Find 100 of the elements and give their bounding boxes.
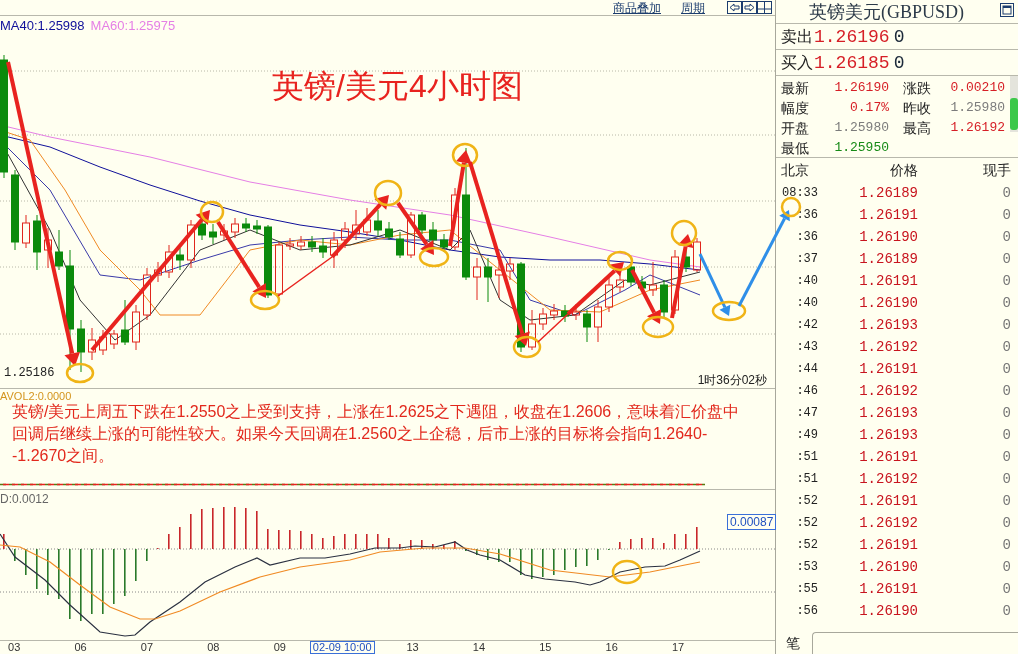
- candlestick: [407, 211, 415, 259]
- order-volume: 0: [893, 52, 905, 73]
- trend-arrow: [396, 201, 434, 255]
- axis-label: 15: [539, 641, 552, 654]
- volume-cell-text: 0: [1001, 206, 1011, 224]
- highlight-ellipse: [451, 142, 479, 168]
- order-volume: 0: [893, 26, 905, 47]
- price-cell-text: 1.26189: [858, 184, 918, 202]
- candlestick: [88, 327, 96, 361]
- candlestick: [374, 209, 382, 237]
- trades-tab[interactable]: 笔: [786, 634, 800, 652]
- time-cell: 08:33: [781, 185, 818, 201]
- time-cell-text: :53: [795, 559, 818, 575]
- axis-label: 09: [273, 641, 286, 654]
- moving-average-label: MA40:1.25998: [0, 18, 85, 34]
- macd-value-box: 0.00087: [727, 514, 777, 530]
- scrollbar-track[interactable]: [1010, 76, 1018, 132]
- highlight-ellipse: [711, 300, 747, 322]
- analysis-paragraph: 英镑/美元上周五下跌在1.2550之上受到支持，上涨在1.2625之下遇阻，收盘在1.2606，意味着汇价盘中回调后继续上涨的可能性较大。如果今天回调在1.2560之上企稳，后市上涨的目标将会指向1.2640--1.2670之间。: [12, 402, 741, 466]
- volume-cell-text: 0: [1001, 558, 1011, 576]
- order-price: 1.26196: [814, 26, 890, 47]
- candlestick: [55, 229, 63, 271]
- axis-label: 16: [605, 641, 618, 654]
- maximize-icon[interactable]: [1000, 3, 1014, 17]
- stat-label: 开盘: [781, 119, 809, 137]
- volume-cell-text: 0: [1001, 580, 1011, 598]
- left-arrow-icon[interactable]: [727, 1, 742, 14]
- volume-cell-text: 0: [1001, 184, 1011, 202]
- price-cell-text: 1.26192: [858, 514, 918, 532]
- candlestick: [308, 235, 316, 253]
- axis-label: 08: [207, 641, 220, 654]
- candlestick: [77, 319, 85, 373]
- time-cell-text: :49: [795, 427, 818, 443]
- axis-label: 07: [140, 641, 154, 654]
- candlestick: [660, 279, 668, 319]
- time-cell-text: :42: [795, 317, 818, 333]
- axis-label: 06: [74, 641, 87, 654]
- candlestick: [187, 219, 195, 269]
- stat-label: 昨收: [903, 99, 931, 117]
- time-cell-text: :51: [795, 449, 818, 465]
- trend-arrow: [630, 269, 662, 324]
- right-arrow-icon[interactable]: [742, 1, 757, 14]
- price-cell-text: 1.26193: [858, 404, 918, 422]
- trend-line: [537, 313, 569, 343]
- candlestick: [33, 214, 41, 271]
- volume-cell-text: 0: [1001, 316, 1011, 334]
- period-link[interactable]: 周期: [681, 1, 705, 14]
- stat-label: 最低: [781, 139, 809, 157]
- volume-cell-text: 0: [1001, 294, 1011, 312]
- volume-cell-text: 0: [1001, 250, 1011, 268]
- split-panel-icon[interactable]: [757, 1, 772, 14]
- chart-title: 英镑/美元4小时图: [272, 68, 523, 104]
- volume-cell-text: 0: [1001, 514, 1011, 532]
- candlestick: [121, 299, 129, 346]
- candlestick: [440, 233, 448, 253]
- candlestick: [176, 247, 184, 271]
- highlight-ellipse: [611, 559, 643, 585]
- price-cell-text: 1.26192: [858, 338, 918, 356]
- time-cell-text: :46: [795, 383, 818, 399]
- candlestick: [429, 221, 437, 245]
- candlestick: [297, 235, 305, 251]
- price-cell-text: 1.26191: [858, 360, 918, 378]
- overlay-link[interactable]: 商品叠加: [613, 1, 661, 14]
- price-cell-text: 1.26191: [858, 448, 918, 466]
- volume-cell-text: 0: [1001, 602, 1011, 620]
- candlestick: [143, 267, 151, 321]
- candlestick: [286, 237, 294, 251]
- stat-value: 1.25980: [833, 119, 890, 137]
- input-field[interactable]: [812, 632, 1018, 654]
- time-cell-text: :36: [795, 207, 818, 223]
- volume-cell-text: 0: [1001, 382, 1011, 400]
- quote-title: 英镑美元(GBPUSD): [809, 0, 964, 23]
- volume-cell-text: 0: [1001, 426, 1011, 444]
- order-price: 1.26185: [814, 52, 890, 73]
- candlestick: [451, 187, 459, 251]
- candlestick: [528, 309, 536, 351]
- time-cell-text: :51: [795, 471, 818, 487]
- candlestick: [583, 309, 591, 343]
- candlestick: [132, 304, 140, 351]
- candlestick: [561, 304, 569, 323]
- volume-cell-text: 0: [1001, 228, 1011, 246]
- highlight-ellipse: [606, 250, 634, 272]
- highlight-ellipse: [373, 179, 403, 207]
- candlestick: [550, 303, 558, 321]
- scrollbar-thumb[interactable]: [1010, 98, 1018, 130]
- candlestick: [473, 257, 481, 301]
- candlestick: [165, 244, 173, 279]
- candlestick: [220, 223, 228, 241]
- candlestick: [154, 261, 162, 283]
- volume-cell-text: 0: [1001, 470, 1011, 488]
- candlestick: [242, 217, 250, 233]
- trend-arrow: [566, 262, 624, 316]
- price-cell-text: 1.26192: [858, 470, 918, 488]
- column-header: 北京: [781, 161, 810, 179]
- stat-label: 最新: [781, 79, 809, 97]
- candlestick: [253, 219, 261, 235]
- candlestick: [352, 209, 360, 241]
- price-cell-text: 1.26190: [858, 228, 918, 246]
- price-cell-text: 1.26192: [858, 382, 918, 400]
- stat-value: 0.17%: [849, 99, 890, 117]
